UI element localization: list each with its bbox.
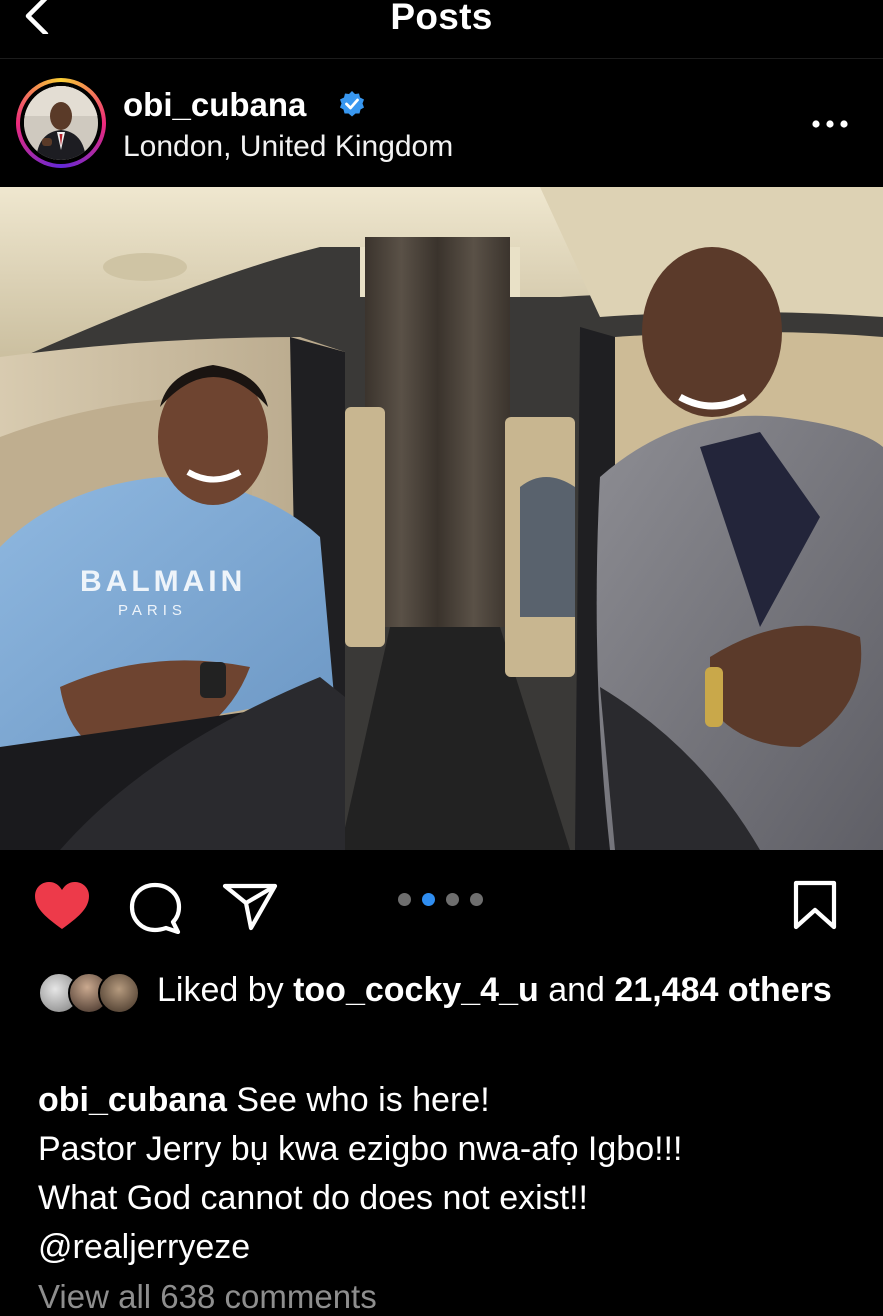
liked-by-username[interactable]: too_cocky_4_u	[293, 971, 539, 1009]
action-bar	[0, 850, 883, 960]
comment-icon[interactable]	[128, 882, 184, 934]
post-photo[interactable]: BALMAIN PARIS	[0, 187, 883, 850]
share-icon[interactable]	[222, 882, 278, 932]
caption-line: What God cannot do does not exist!!	[38, 1179, 588, 1217]
view-comments-link[interactable]: View all 638 comments	[38, 1278, 377, 1316]
likes-others[interactable]: others	[728, 971, 832, 1009]
verified-icon	[340, 91, 364, 117]
heart-icon[interactable]	[33, 880, 91, 932]
svg-text:BALMAIN: BALMAIN	[80, 565, 246, 598]
carousel-dot	[470, 893, 483, 906]
carousel-dot	[446, 893, 459, 906]
svg-text:PARIS: PARIS	[118, 602, 187, 619]
likes-summary[interactable]: Liked by too_cocky_4_u and 21,484 others	[157, 968, 847, 1012]
caption-username[interactable]: obi_cubana	[38, 1081, 227, 1119]
caption-line: Pastor Jerry bụ kwa ezigbo nwa-afọ Igbo!…	[38, 1130, 683, 1168]
avatar	[98, 972, 140, 1014]
top-bar: Posts	[0, 0, 883, 59]
carousel-dot-active	[422, 893, 435, 906]
post-caption: obi_cubana See who is here! Pastor Jerry…	[38, 1076, 858, 1272]
post-header: obi_cubana London, United Kingdom	[0, 60, 883, 186]
avatar[interactable]	[16, 78, 106, 168]
more-icon[interactable]	[808, 104, 852, 144]
likes-count[interactable]: 21,484	[614, 971, 718, 1009]
caption-mention[interactable]: @realjerryeze	[38, 1223, 858, 1272]
post-username[interactable]: obi_cubana	[123, 86, 306, 124]
page-title: Posts	[390, 0, 493, 37]
liked-by-avatars[interactable]	[38, 972, 148, 1014]
carousel-dot	[398, 893, 411, 906]
caption-text: See who is here!	[236, 1081, 490, 1119]
bookmark-icon[interactable]	[792, 880, 838, 930]
post-location[interactable]: London, United Kingdom	[123, 130, 453, 164]
